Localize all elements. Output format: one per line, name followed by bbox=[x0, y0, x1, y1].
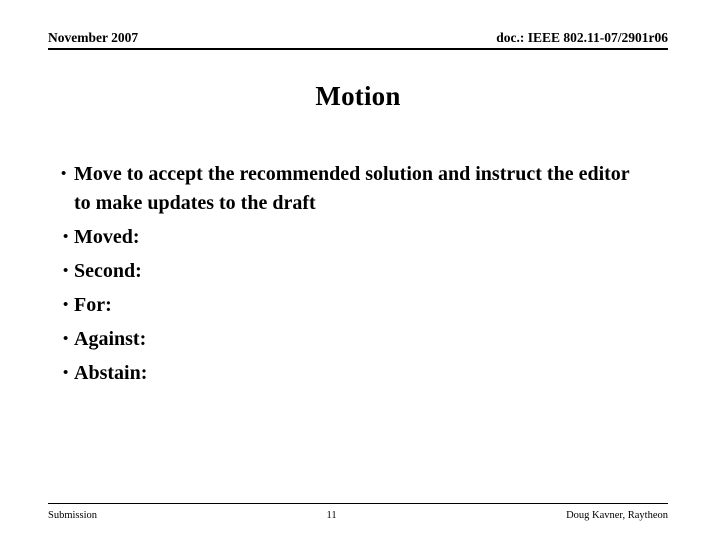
bullet-icon: • bbox=[63, 229, 69, 245]
list-item-label: Second: bbox=[74, 260, 142, 282]
motion-bullet-list: • Move to accept the recommended solutio… bbox=[48, 160, 668, 393]
footer-author-label: Doug Kavner, Raytheon bbox=[566, 510, 668, 521]
bullet-icon: • bbox=[63, 331, 69, 347]
list-item-label: For: bbox=[74, 294, 112, 316]
list-item-label: Against: bbox=[74, 328, 147, 350]
bullet-icon: • bbox=[63, 297, 69, 313]
slide-footer: Submission 11 Doug Kavner, Raytheon bbox=[48, 509, 668, 525]
list-item: • Abstain: bbox=[48, 359, 668, 388]
list-item: • Against: bbox=[48, 325, 668, 354]
footer-submission-label: Submission bbox=[48, 510, 98, 521]
bullet-icon: • bbox=[61, 166, 67, 182]
bullet-icon: • bbox=[63, 263, 69, 279]
list-item: • For: bbox=[48, 291, 668, 320]
list-item-label: Move to accept the recommended solution … bbox=[74, 163, 630, 214]
list-item: • Move to accept the recommended solutio… bbox=[48, 160, 668, 218]
footer-divider bbox=[48, 503, 668, 504]
list-item: • Second: bbox=[48, 257, 668, 286]
header-date: November 2007 bbox=[48, 30, 139, 45]
list-item: • Moved: bbox=[48, 223, 668, 252]
list-item-label: Moved: bbox=[74, 226, 140, 248]
page-title: Motion bbox=[315, 81, 401, 111]
list-item-label: Abstain: bbox=[74, 362, 148, 384]
header-divider bbox=[48, 48, 668, 50]
footer-page-number: 11 bbox=[326, 510, 337, 521]
bullet-icon: • bbox=[63, 365, 69, 381]
slide: November 2007 doc.: IEEE 802.11-07/2901r… bbox=[0, 0, 720, 540]
header-document-number: doc.: IEEE 802.11-07/2901r06 bbox=[496, 30, 668, 45]
